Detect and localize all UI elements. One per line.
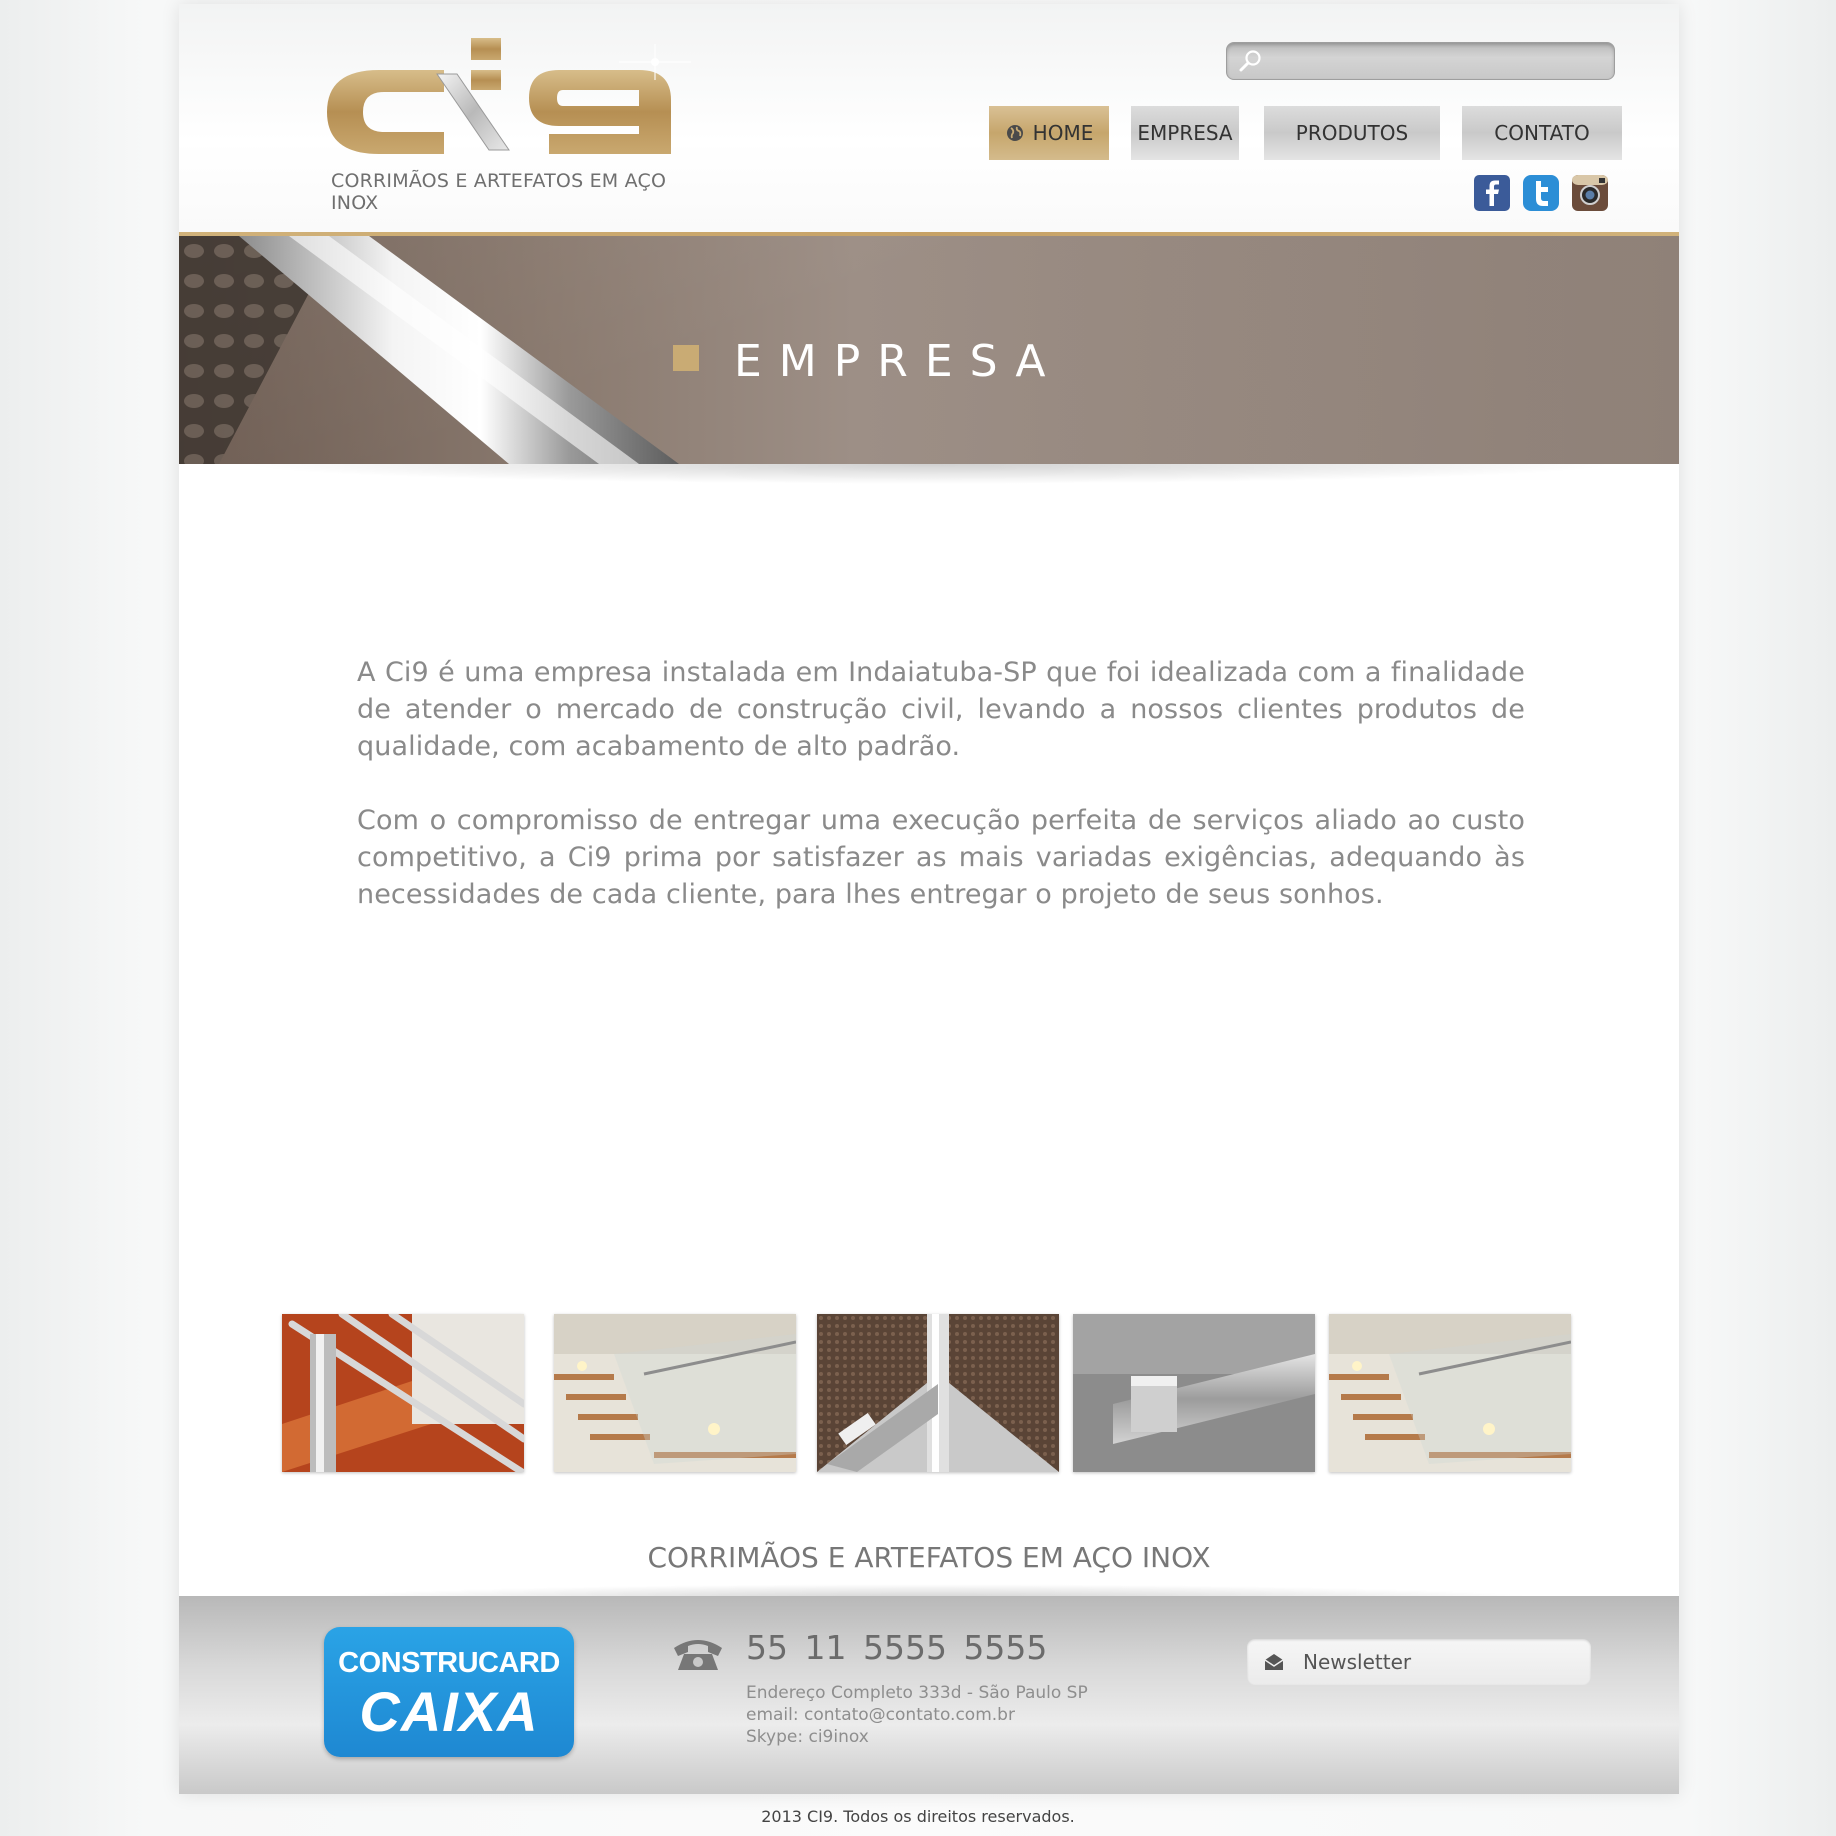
thumb-glass-staircase-2	[1329, 1314, 1571, 1472]
page-container: CORRIMÃOS E ARTEFATOS EM AÇO INOX HOME E…	[179, 4, 1679, 1794]
gallery-thumb-4[interactable]	[1073, 1314, 1315, 1472]
nav-home[interactable]: HOME	[989, 106, 1109, 160]
search-icon[interactable]	[1237, 48, 1263, 74]
copyright: 2013 CI9. Todos os direitos reservados.	[761, 1807, 1075, 1826]
nav-contato-label: CONTATO	[1494, 121, 1590, 145]
hero-banner: EMPRESA	[179, 236, 1679, 464]
nav-produtos[interactable]: PRODUTOS	[1264, 106, 1440, 160]
construcard-caixa-badge[interactable]: CONSTRUCARD CAIXA	[324, 1627, 574, 1757]
search-input[interactable]	[1271, 47, 1605, 75]
mail-icon	[1264, 1654, 1284, 1670]
skype: Skype: ci9inox	[746, 1727, 869, 1747]
bottom-tagline: CORRIMÃOS E ARTEFATOS EM AÇO INOX	[647, 1541, 1211, 1574]
about-paragraph-2: Com o compromisso de entregar uma execuç…	[357, 805, 1525, 910]
gallery-thumb-5[interactable]	[1329, 1314, 1571, 1472]
caixa-label: CAIXA	[359, 1680, 539, 1743]
phone-number: 55 11 5555 5555	[746, 1628, 1048, 1667]
facebook-icon[interactable]	[1473, 174, 1511, 212]
header-tagline: CORRIMÃOS E ARTEFATOS EM AÇO INOX	[331, 170, 667, 214]
site-header: CORRIMÃOS E ARTEFATOS EM AÇO INOX HOME E…	[179, 4, 1679, 232]
email: email: contato@contato.com.br	[746, 1705, 1015, 1725]
instagram-icon[interactable]	[1571, 174, 1609, 212]
address: Endereço Completo 333d - São Paulo SP	[746, 1683, 1088, 1703]
phone-icon	[674, 1640, 722, 1670]
search-box[interactable]	[1226, 42, 1615, 80]
banner-bullet	[673, 345, 699, 371]
banner-title: EMPRESA	[734, 336, 1063, 387]
nav-contato[interactable]: CONTATO	[1462, 106, 1622, 160]
nav-home-label: HOME	[1032, 121, 1094, 145]
about-paragraph-1: A Ci9 é uma empresa instalada em Indaiat…	[357, 657, 1525, 762]
newsletter-label: Newsletter	[1303, 1650, 1412, 1674]
nav-empresa[interactable]: EMPRESA	[1131, 106, 1239, 160]
banner-shadow	[239, 464, 1619, 484]
globe-icon	[1006, 125, 1023, 141]
site-footer: CONSTRUCARD CAIXA 55 11 5555 5555 Endere…	[179, 1596, 1679, 1794]
main-nav: HOME EMPRESA PRODUTOS CONTATO	[179, 106, 1679, 162]
thumb-railing-wood-stairs	[282, 1314, 524, 1472]
newsletter-button[interactable]: Newsletter	[1247, 1639, 1591, 1685]
twitter-icon[interactable]	[1522, 174, 1560, 212]
gallery-thumb-3[interactable]	[817, 1314, 1059, 1472]
gallery-thumb-2[interactable]	[554, 1314, 796, 1472]
construcard-label: CONSTRUCARD	[338, 1647, 560, 1679]
thumb-stainless-corner-mesh	[817, 1314, 1059, 1472]
contact-info: Endereço Completo 333d - São Paulo SP em…	[746, 1682, 1088, 1748]
thumb-square-handrail-bracket	[1073, 1314, 1315, 1472]
nav-empresa-label: EMPRESA	[1137, 121, 1233, 145]
thumb-glass-staircase	[554, 1314, 796, 1472]
gallery-thumb-1[interactable]	[282, 1314, 524, 1472]
nav-produtos-label: PRODUTOS	[1295, 121, 1409, 145]
about-content: A Ci9 é uma empresa instalada em Indaiat…	[357, 654, 1525, 950]
